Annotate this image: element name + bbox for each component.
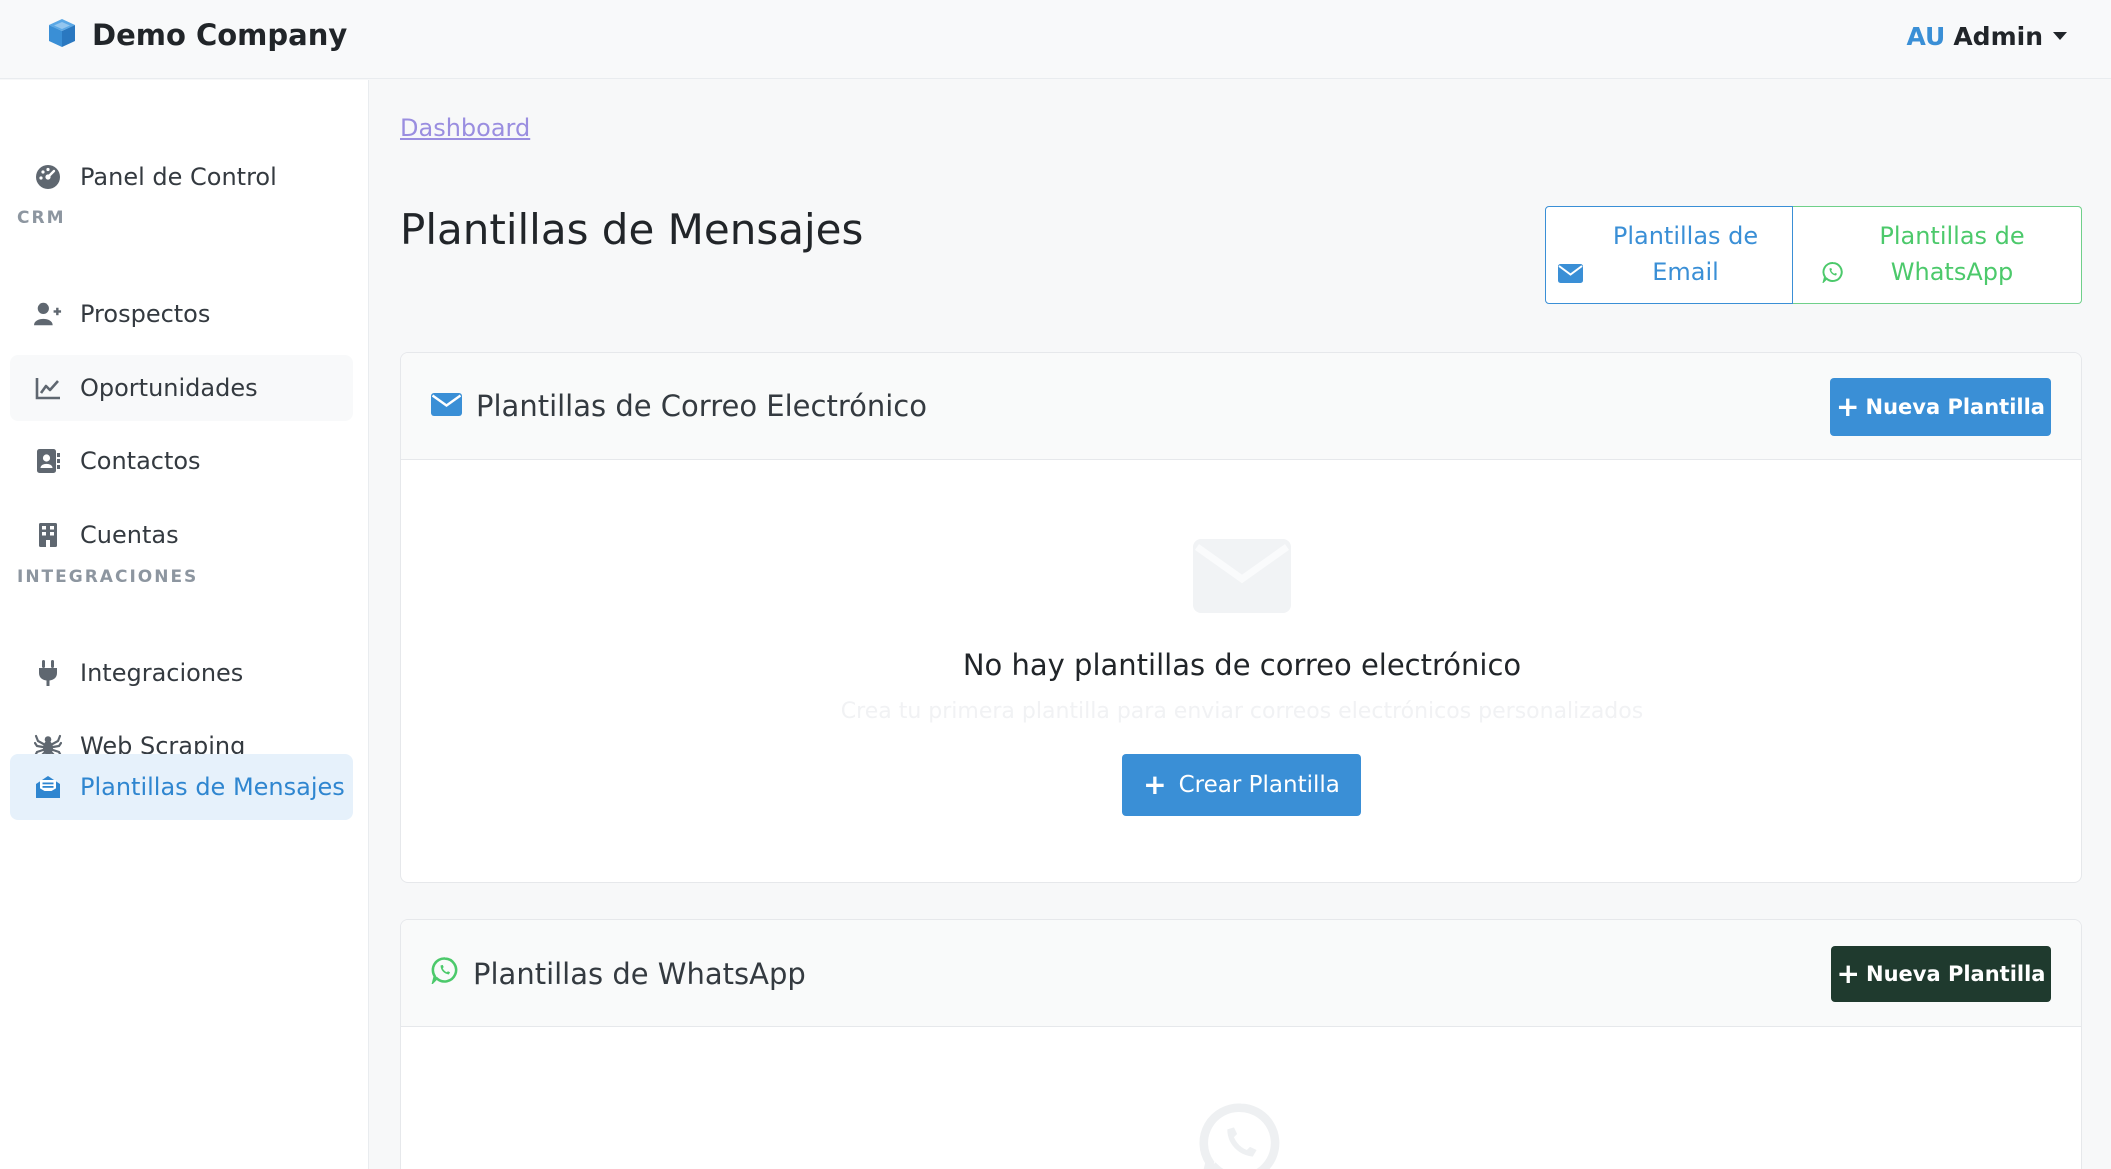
plus-icon: + <box>1836 390 1860 423</box>
envelope-icon <box>1557 257 1583 293</box>
line-chart-icon <box>34 374 62 402</box>
new-email-template-button[interactable]: + Nueva Plantilla <box>1830 378 2051 436</box>
sidebar-item-prospectos[interactable]: Prospectos <box>10 281 353 347</box>
user-plus-icon <box>34 300 62 328</box>
whatsapp-templates-card: Plantillas de WhatsApp + Nueva Plantilla <box>400 919 2082 1169</box>
sidebar: Panel de Control CRM Prospectos Oportuni… <box>0 80 369 1169</box>
envelope-icon <box>1193 539 1291 617</box>
sidebar-item-integraciones[interactable]: Integraciones <box>10 640 353 706</box>
sidebar-item-label: Prospectos <box>80 300 211 328</box>
brand-link[interactable]: Demo Company <box>46 14 347 56</box>
whatsapp-icon <box>1822 257 1844 293</box>
new-email-template-label: Nueva Plantilla <box>1865 395 2045 419</box>
sidebar-item-panel-de-control[interactable]: Panel de Control <box>10 144 353 210</box>
address-book-icon <box>34 447 62 475</box>
email-card-header: Plantillas de Correo Electrónico + Nueva… <box>401 353 2081 460</box>
breadcrumb-dashboard-link[interactable]: Dashboard <box>400 114 530 142</box>
brand-name: Demo Company <box>92 18 348 52</box>
whatsapp-toggle-label: Plantillas de WhatsApp <box>1879 221 2025 286</box>
email-card-title: Plantillas de Correo Electrónico <box>431 389 927 423</box>
user-menu-dropdown[interactable]: AU Admin <box>1906 18 2067 54</box>
empty-state-title: No hay plantillas de correo electrónico <box>962 648 1522 682</box>
whatsapp-icon <box>1198 1100 1284 1169</box>
page-title: Plantillas de Mensajes <box>400 205 864 254</box>
user-initials: AU <box>1906 21 1946 51</box>
envelope-open-text-icon <box>34 773 62 801</box>
cube-icon <box>46 17 78 53</box>
plus-icon: + <box>1836 957 1860 990</box>
whatsapp-icon <box>431 956 459 991</box>
sidebar-section-crm: CRM <box>17 208 66 228</box>
whatsapp-card-title: Plantillas de WhatsApp <box>431 956 806 991</box>
plus-icon: + <box>1143 768 1167 801</box>
building-icon <box>34 521 62 549</box>
sidebar-item-label: Cuentas <box>80 521 179 549</box>
sidebar-item-label: Oportunidades <box>80 374 258 402</box>
create-template-label: Crear Plantilla <box>1178 772 1340 798</box>
sidebar-item-label: Panel de Control <box>80 163 277 191</box>
whatsapp-card-header: Plantillas de WhatsApp + Nueva Plantilla <box>401 920 2081 1027</box>
new-whatsapp-template-label: Nueva Plantilla <box>1866 962 2046 986</box>
top-navbar: Demo Company AU Admin <box>0 0 2111 79</box>
sidebar-item-cuentas[interactable]: Cuentas <box>10 502 353 568</box>
email-card-title-text: Plantillas de Correo Electrónico <box>476 389 927 423</box>
new-whatsapp-template-button[interactable]: + Nueva Plantilla <box>1831 946 2051 1002</box>
email-toggle-label: Plantillas de Email <box>1612 221 1759 286</box>
caret-down-icon <box>2053 32 2067 40</box>
sidebar-item-label: Plantillas de Mensajes <box>80 773 345 801</box>
sidebar-item-oportunidades[interactable]: Oportunidades <box>10 355 353 421</box>
create-template-button[interactable]: + Crear Plantilla <box>1122 754 1361 816</box>
plug-icon <box>34 659 62 687</box>
sidebar-item-label: Integraciones <box>80 659 244 687</box>
sidebar-section-integraciones: INTEGRACIONES <box>17 567 199 587</box>
dashboard-gauge-icon <box>34 163 62 191</box>
email-templates-toggle-button[interactable]: Plantillas de Email <box>1545 206 1793 304</box>
sidebar-item-label: Contactos <box>80 447 201 475</box>
whatsapp-templates-toggle-button[interactable]: Plantillas de WhatsApp <box>1793 206 2082 304</box>
user-name: Admin <box>1953 21 2043 51</box>
sidebar-item-contactos[interactable]: Contactos <box>10 428 353 494</box>
envelope-icon <box>431 389 462 423</box>
whatsapp-card-title-text: Plantillas de WhatsApp <box>473 956 806 991</box>
sidebar-item-plantillas-de-mensajes[interactable]: Plantillas de Mensajes <box>10 754 353 820</box>
template-type-toggle: Plantillas de Email Plantillas de WhatsA… <box>1545 206 2082 304</box>
email-templates-card: Plantillas de Correo Electrónico + Nueva… <box>400 352 2082 883</box>
empty-state-subtitle: Crea tu primera plantilla para enviar co… <box>840 699 1644 724</box>
